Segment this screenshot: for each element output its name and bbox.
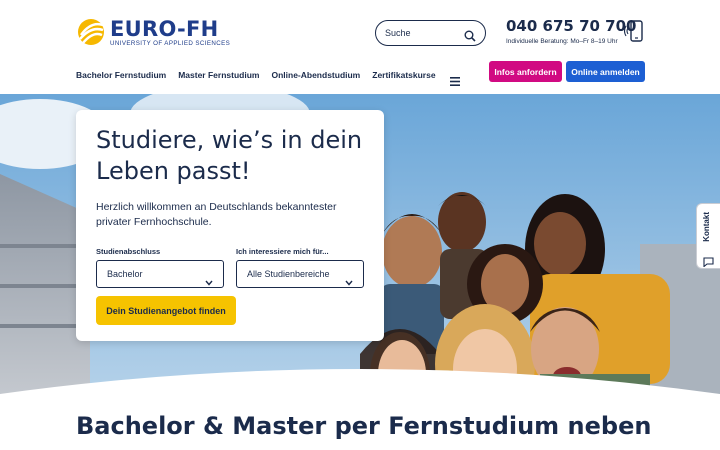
nav-item-master[interactable]: Master Fernstudium — [178, 70, 259, 80]
search-icon[interactable] — [464, 27, 476, 42]
interest-select[interactable]: Alle Studienbereiche — [236, 260, 364, 288]
nav-item-zertifikatskurse[interactable]: Zertifikatskurse — [372, 70, 435, 80]
chevron-down-icon — [205, 271, 213, 286]
nav-item-abendstudium[interactable]: Online-Abendstudium — [271, 70, 360, 80]
chevron-down-icon — [345, 271, 353, 286]
apply-online-button[interactable]: Online anmelden — [566, 61, 645, 82]
degree-select[interactable]: Bachelor — [96, 260, 224, 288]
logo-subtitle: UNIVERSITY OF APPLIED SCIENCES — [110, 39, 231, 47]
logo-mark-icon — [76, 17, 106, 47]
logo[interactable]: EURO-FH UNIVERSITY OF APPLIED SCIENCES — [76, 17, 230, 47]
hero-text: Herzlich willkommen an Deutschlands beka… — [96, 201, 337, 228]
interest-label: Ich interessiere mich für... — [236, 247, 329, 256]
degree-select-value: Bachelor — [107, 269, 143, 279]
kontakt-label: Kontakt — [702, 212, 711, 242]
section-title: Bachelor & Master per Fernstudium neben — [76, 412, 652, 440]
chat-icon — [703, 252, 714, 268]
degree-label: Studienabschluss — [96, 247, 161, 256]
interest-select-value: Alle Studienbereiche — [247, 269, 330, 279]
nav-item-bachelor[interactable]: Bachelor Fernstudium — [76, 70, 166, 80]
hamburger-menu-icon[interactable] — [449, 71, 460, 86]
request-info-button[interactable]: Infos anfordern — [489, 61, 562, 82]
find-program-button[interactable]: Dein Studienangebot finden — [96, 296, 236, 325]
phone-number[interactable]: 040 675 70 700 — [506, 17, 636, 35]
mobile-phone-icon[interactable] — [623, 20, 644, 42]
hero-search-card: Studiere, wie’s in dein Leben passt! Her… — [76, 110, 384, 341]
search-input[interactable] — [385, 25, 465, 41]
main-nav: Bachelor Fernstudium Master Fernstudium … — [76, 70, 460, 86]
logo-title: EURO-FH — [110, 16, 219, 41]
search-box[interactable] — [375, 20, 486, 46]
kontakt-side-tab[interactable]: Kontakt — [696, 203, 720, 269]
phone-hours-note: Individuelle Beratung: Mo–Fr 8–19 Uhr — [506, 38, 618, 45]
hero-title: Studiere, wie’s in dein Leben passt! — [96, 126, 363, 185]
site-header: EURO-FH UNIVERSITY OF APPLIED SCIENCES 0… — [0, 0, 720, 94]
